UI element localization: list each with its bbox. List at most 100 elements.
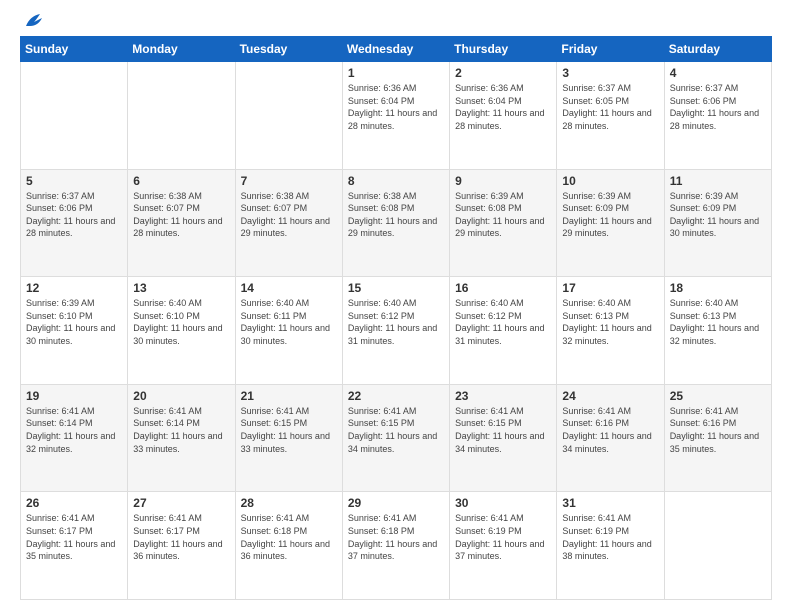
day-number: 26	[26, 496, 122, 510]
day-info: Sunrise: 6:41 AM Sunset: 6:17 PM Dayligh…	[133, 512, 229, 562]
calendar-cell	[235, 62, 342, 170]
calendar-week-row: 1 Sunrise: 6:36 AM Sunset: 6:04 PM Daylig…	[21, 62, 772, 170]
day-info: Sunrise: 6:37 AM Sunset: 6:06 PM Dayligh…	[26, 190, 122, 240]
calendar-cell: 28Sunrise: 6:41 AM Sunset: 6:18 PM Dayli…	[235, 492, 342, 600]
calendar-header-row: SundayMondayTuesdayWednesdayThursdayFrid…	[21, 37, 772, 62]
calendar-day-header: Thursday	[450, 37, 557, 62]
day-number: 8	[348, 174, 444, 188]
header	[20, 16, 772, 26]
day-number: 19	[26, 389, 122, 403]
calendar-cell: 23 Sunrise: 6:41 AM Sunset: 6:15 PM Dayli…	[450, 384, 557, 492]
calendar-cell: 8 Sunrise: 6:38 AM Sunset: 6:08 PM Daylig…	[342, 169, 449, 277]
day-number: 20	[133, 389, 229, 403]
calendar-cell: 26 Sunrise: 6:41 AM Sunset: 6:17 PM Dayli…	[21, 492, 128, 600]
day-info: Sunrise: 6:41 AM Sunset: 6:14 PM Dayligh…	[133, 405, 229, 455]
day-number: 1	[348, 66, 444, 80]
day-number: 18	[670, 281, 766, 295]
day-number: 17	[562, 281, 658, 295]
calendar-cell: 27 Sunrise: 6:41 AM Sunset: 6:17 PM Dayli…	[128, 492, 235, 600]
day-info: Sunrise: 6:40 AM Sunset: 6:11 PM Dayligh…	[241, 297, 337, 347]
day-info: Sunrise: 6:41 AM Sunset: 6:18 PM Dayligh…	[241, 512, 337, 562]
calendar-cell: 19 Sunrise: 6:41 AM Sunset: 6:14 PM Dayli…	[21, 384, 128, 492]
day-info: Sunrise: 6:40 AM Sunset: 6:10 PM Dayligh…	[133, 297, 229, 347]
calendar-cell: 20 Sunrise: 6:41 AM Sunset: 6:14 PM Dayli…	[128, 384, 235, 492]
day-number: 7	[241, 174, 337, 188]
day-info: Sunrise: 6:41 AM Sunset: 6:19 PM Dayligh…	[455, 512, 551, 562]
day-info: Sunrise: 6:39 AM Sunset: 6:10 PM Dayligh…	[26, 297, 122, 347]
day-info: Sunrise: 6:41 AM Sunset: 6:17 PM Dayligh…	[26, 512, 122, 562]
day-number: 27	[133, 496, 229, 510]
page: SundayMondayTuesdayWednesdayThursdayFrid…	[0, 0, 792, 612]
day-info: Sunrise: 6:41 AM Sunset: 6:15 PM Dayligh…	[348, 405, 444, 455]
day-number: 16	[455, 281, 551, 295]
day-info: Sunrise: 6:38 AM Sunset: 6:07 PM Dayligh…	[133, 190, 229, 240]
calendar-cell: 1 Sunrise: 6:36 AM Sunset: 6:04 PM Daylig…	[342, 62, 449, 170]
calendar-day-header: Monday	[128, 37, 235, 62]
day-number: 9	[455, 174, 551, 188]
calendar-cell: 4Sunrise: 6:37 AM Sunset: 6:06 PM Daylig…	[664, 62, 771, 170]
calendar-cell: 11Sunrise: 6:39 AM Sunset: 6:09 PM Dayli…	[664, 169, 771, 277]
calendar-cell: 21 Sunrise: 6:41 AM Sunset: 6:15 PM Dayli…	[235, 384, 342, 492]
day-info: Sunrise: 6:36 AM Sunset: 6:04 PM Dayligh…	[455, 82, 551, 132]
day-number: 14	[241, 281, 337, 295]
calendar-cell: 18 Sunrise: 6:40 AM Sunset: 6:13 PM Dayli…	[664, 277, 771, 385]
calendar-cell: 9 Sunrise: 6:39 AM Sunset: 6:08 PM Daylig…	[450, 169, 557, 277]
day-info: Sunrise: 6:40 AM Sunset: 6:13 PM Dayligh…	[562, 297, 658, 347]
calendar-cell: 24Sunrise: 6:41 AM Sunset: 6:16 PM Dayli…	[557, 384, 664, 492]
day-number: 12	[26, 281, 122, 295]
calendar-cell: 2 Sunrise: 6:36 AM Sunset: 6:04 PM Daylig…	[450, 62, 557, 170]
calendar-cell: 14 Sunrise: 6:40 AM Sunset: 6:11 PM Dayli…	[235, 277, 342, 385]
calendar-cell	[664, 492, 771, 600]
calendar-cell: 22 Sunrise: 6:41 AM Sunset: 6:15 PM Dayli…	[342, 384, 449, 492]
day-number: 13	[133, 281, 229, 295]
day-number: 29	[348, 496, 444, 510]
logo-bird-icon	[22, 12, 44, 30]
calendar-cell: 17 Sunrise: 6:40 AM Sunset: 6:13 PM Dayli…	[557, 277, 664, 385]
calendar-cell	[21, 62, 128, 170]
day-number: 5	[26, 174, 122, 188]
logo	[20, 16, 44, 26]
day-number: 24	[562, 389, 658, 403]
day-info: Sunrise: 6:39 AM Sunset: 6:08 PM Dayligh…	[455, 190, 551, 240]
day-info: Sunrise: 6:40 AM Sunset: 6:12 PM Dayligh…	[455, 297, 551, 347]
calendar-cell: 25Sunrise: 6:41 AM Sunset: 6:16 PM Dayli…	[664, 384, 771, 492]
calendar-cell: 6 Sunrise: 6:38 AM Sunset: 6:07 PM Daylig…	[128, 169, 235, 277]
day-info: Sunrise: 6:37 AM Sunset: 6:05 PM Dayligh…	[562, 82, 658, 132]
day-info: Sunrise: 6:40 AM Sunset: 6:12 PM Dayligh…	[348, 297, 444, 347]
calendar-day-header: Wednesday	[342, 37, 449, 62]
calendar-cell: 5 Sunrise: 6:37 AM Sunset: 6:06 PM Daylig…	[21, 169, 128, 277]
calendar-day-header: Friday	[557, 37, 664, 62]
day-info: Sunrise: 6:36 AM Sunset: 6:04 PM Dayligh…	[348, 82, 444, 132]
calendar-cell: 30Sunrise: 6:41 AM Sunset: 6:19 PM Dayli…	[450, 492, 557, 600]
day-info: Sunrise: 6:37 AM Sunset: 6:06 PM Dayligh…	[670, 82, 766, 132]
day-number: 15	[348, 281, 444, 295]
day-info: Sunrise: 6:41 AM Sunset: 6:14 PM Dayligh…	[26, 405, 122, 455]
day-number: 2	[455, 66, 551, 80]
day-info: Sunrise: 6:40 AM Sunset: 6:13 PM Dayligh…	[670, 297, 766, 347]
calendar-day-header: Sunday	[21, 37, 128, 62]
calendar-cell: 31Sunrise: 6:41 AM Sunset: 6:19 PM Dayli…	[557, 492, 664, 600]
day-info: Sunrise: 6:38 AM Sunset: 6:07 PM Dayligh…	[241, 190, 337, 240]
calendar-cell: 15 Sunrise: 6:40 AM Sunset: 6:12 PM Dayli…	[342, 277, 449, 385]
day-number: 10	[562, 174, 658, 188]
calendar-cell: 12 Sunrise: 6:39 AM Sunset: 6:10 PM Dayli…	[21, 277, 128, 385]
day-info: Sunrise: 6:41 AM Sunset: 6:18 PM Dayligh…	[348, 512, 444, 562]
day-info: Sunrise: 6:41 AM Sunset: 6:19 PM Dayligh…	[562, 512, 658, 562]
calendar-cell: 16 Sunrise: 6:40 AM Sunset: 6:12 PM Dayli…	[450, 277, 557, 385]
day-info: Sunrise: 6:41 AM Sunset: 6:15 PM Dayligh…	[455, 405, 551, 455]
day-info: Sunrise: 6:41 AM Sunset: 6:15 PM Dayligh…	[241, 405, 337, 455]
day-info: Sunrise: 6:38 AM Sunset: 6:08 PM Dayligh…	[348, 190, 444, 240]
day-number: 22	[348, 389, 444, 403]
day-number: 21	[241, 389, 337, 403]
calendar-cell: 3 Sunrise: 6:37 AM Sunset: 6:05 PM Daylig…	[557, 62, 664, 170]
calendar-week-row: 26 Sunrise: 6:41 AM Sunset: 6:17 PM Dayli…	[21, 492, 772, 600]
calendar-day-header: Tuesday	[235, 37, 342, 62]
day-number: 3	[562, 66, 658, 80]
day-number: 23	[455, 389, 551, 403]
day-number: 25	[670, 389, 766, 403]
day-number: 6	[133, 174, 229, 188]
calendar-cell: 13 Sunrise: 6:40 AM Sunset: 6:10 PM Dayli…	[128, 277, 235, 385]
calendar-cell: 10Sunrise: 6:39 AM Sunset: 6:09 PM Dayli…	[557, 169, 664, 277]
day-number: 11	[670, 174, 766, 188]
calendar-day-header: Saturday	[664, 37, 771, 62]
